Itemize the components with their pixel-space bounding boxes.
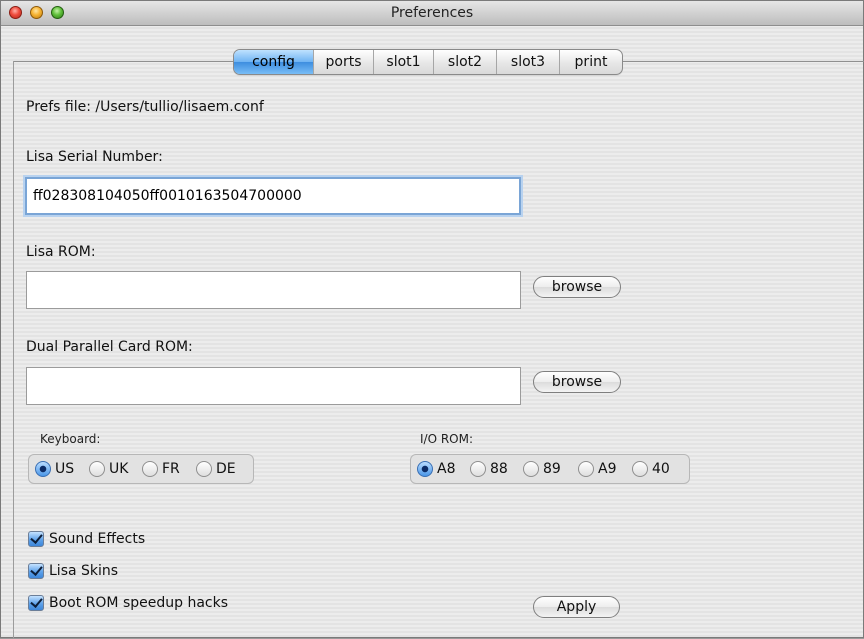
preferences-window: Preferences config ports slot1 slot2 slo… [0,0,864,639]
lisa-rom-input[interactable] [27,272,520,308]
dual-parallel-rom-field[interactable] [26,367,521,405]
checkbox-checked-icon [28,563,44,579]
io-rom-radio-group: A8 88 89 A9 40 [410,454,690,484]
radio-icon [89,461,105,477]
radio-icon [196,461,212,477]
radio-icon [632,461,648,477]
lisa-rom-field[interactable] [26,271,521,309]
serial-number-field[interactable] [25,177,521,215]
io-rom-89-radio[interactable]: 89 [523,460,561,478]
prefs-file-path: Prefs file: /Users/tullio/lisaem.conf [26,99,264,115]
radio-selected-icon [417,461,433,477]
radio-icon [523,461,539,477]
radio-icon [142,461,158,477]
keyboard-group-label: Keyboard: [40,432,101,446]
apply-button[interactable]: Apply [533,596,620,618]
radio-icon [470,461,486,477]
serial-number-label: Lisa Serial Number: [26,149,163,165]
io-rom-a9-radio[interactable]: A9 [578,460,616,478]
lisa-rom-browse-button[interactable]: browse [533,276,621,298]
io-rom-a8-radio[interactable]: A8 [417,460,455,478]
checkbox-checked-icon [28,531,44,547]
keyboard-us-radio[interactable]: US [35,460,74,478]
dual-parallel-rom-input[interactable] [27,368,520,404]
window-title: Preferences [390,5,474,21]
io-rom-group-label: I/O ROM: [420,432,474,446]
tab-print[interactable]: print [559,50,622,74]
tab-slot3[interactable]: slot3 [496,50,559,74]
radio-icon [578,461,594,477]
tab-config[interactable]: config [234,50,313,74]
lisa-skins-checkbox[interactable]: Lisa Skins [28,562,118,580]
keyboard-de-radio[interactable]: DE [196,460,236,478]
boot-rom-speedup-checkbox[interactable]: Boot ROM speedup hacks [28,594,228,612]
title-bar[interactable]: Preferences [1,1,863,26]
tab-bar: config ports slot1 slot2 slot3 print [233,49,623,75]
dual-parallel-rom-label: Dual Parallel Card ROM: [26,339,193,355]
sound-effects-checkbox[interactable]: Sound Effects [28,530,145,548]
io-rom-88-radio[interactable]: 88 [470,460,508,478]
tab-ports[interactable]: ports [313,50,373,74]
tab-slot1[interactable]: slot1 [373,50,433,74]
io-rom-40-radio[interactable]: 40 [632,460,670,478]
keyboard-fr-radio[interactable]: FR [142,460,180,478]
lisa-rom-label: Lisa ROM: [26,244,96,260]
keyboard-uk-radio[interactable]: UK [89,460,128,478]
dual-parallel-rom-browse-button[interactable]: browse [533,371,621,393]
tab-slot2[interactable]: slot2 [433,50,496,74]
keyboard-radio-group: US UK FR DE [28,454,254,484]
serial-number-input[interactable] [27,179,519,213]
radio-selected-icon [35,461,51,477]
checkbox-checked-icon [28,595,44,611]
